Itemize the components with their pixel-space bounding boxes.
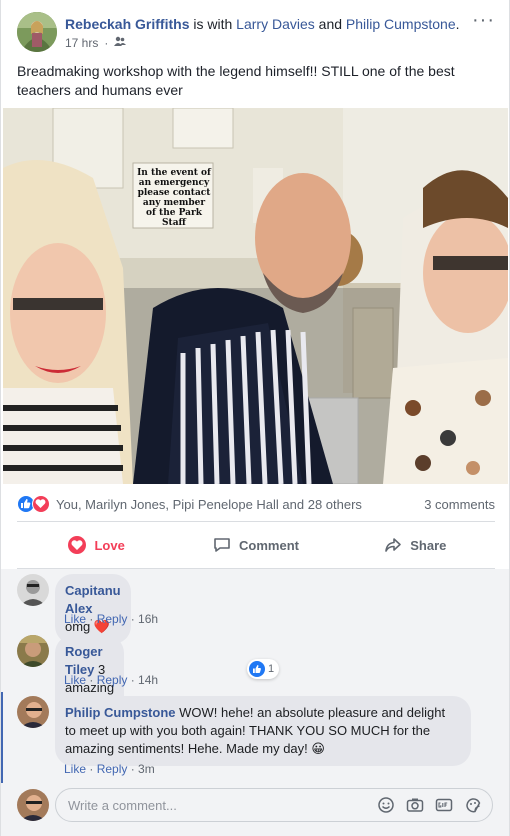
friends-icon[interactable] (114, 35, 127, 50)
more-options-icon[interactable]: ··· (472, 10, 495, 30)
post-timestamp[interactable]: 17 hrs (65, 36, 98, 50)
comment-text-line-3: amazing sentiments! Hehe. Made my day! (65, 741, 308, 756)
comment-line-1: Philip Cumpstone WOW! hehe! an absolute … (65, 704, 461, 722)
current-user-avatar[interactable] (17, 789, 49, 821)
sticker-icon[interactable] (464, 796, 482, 814)
comment-reply-link[interactable]: Reply (97, 612, 128, 626)
comment-reply-link[interactable]: Reply (97, 673, 128, 687)
gif-icon[interactable] (435, 796, 453, 814)
dot-separator: · (104, 35, 109, 50)
comment-time[interactable]: 3m (138, 762, 155, 776)
comment-input[interactable] (68, 789, 368, 821)
sign-line: any member (142, 198, 206, 208)
sign-line: Staff (162, 218, 186, 228)
comment-like-link[interactable]: Like (64, 612, 86, 626)
reaction-stats: You, Marilyn Jones, Pipi Penelope Hall a… (17, 492, 495, 516)
reaction-icons[interactable] (17, 495, 53, 513)
comment-actions: Like · Reply · 3m (64, 762, 155, 776)
comment-reaction-badge[interactable]: 1 (247, 659, 280, 679)
author-name[interactable]: Rebeckah Griffiths (65, 16, 189, 32)
with-text: is with (189, 16, 237, 32)
post-card: Rebeckah Griffiths is with Larry Davies … (0, 0, 510, 836)
comment-text-line-2: to meet up with you both again! THANK YO… (65, 723, 431, 738)
share-icon (385, 538, 402, 552)
commenter-avatar[interactable] (17, 696, 49, 728)
comment-line-3: amazing sentiments! Hehe. Made my day! 😀 (65, 740, 461, 758)
new-comment-indicator (1, 692, 3, 783)
comment-label: Comment (239, 537, 299, 553)
comment-time[interactable]: 16h (138, 612, 158, 626)
emergency-sign: In the event of an emergency please cont… (137, 168, 211, 228)
comments-count[interactable]: 3 comments (424, 497, 495, 512)
comment-like-link[interactable]: Like (64, 762, 86, 776)
post-message-line-2: teachers and humans ever (17, 82, 183, 98)
tagged-friend-philip[interactable]: Philip Cumpstone (346, 16, 456, 32)
post-meta: 17 hrs · (65, 35, 127, 50)
comment-like-link[interactable]: Like (64, 673, 86, 687)
comment-text-line-1: WOW! hehe! an absolute pleasure and deli… (179, 705, 446, 720)
post-header: Rebeckah Griffiths is with Larry Davies … (17, 10, 495, 54)
period-text: . (455, 16, 460, 32)
comment-button[interactable]: Comment (176, 522, 335, 568)
and-text: and (314, 16, 346, 32)
comment-icon (214, 538, 230, 552)
composer-tools (377, 796, 482, 814)
camera-icon[interactable] (406, 796, 424, 814)
comment-actions: Like · Reply · 16h (64, 612, 159, 626)
comment-composer (17, 788, 495, 822)
comment-input-box[interactable] (55, 788, 493, 822)
tagged-friend-larry[interactable]: Larry Davies (236, 16, 315, 32)
love-button[interactable]: Love (17, 522, 176, 568)
comment-actions: Like · Reply · 14h (64, 673, 159, 687)
love-label: Love (94, 537, 125, 553)
sign-line: please contact (137, 188, 211, 198)
like-reaction-icon (249, 661, 265, 677)
commenter-avatar[interactable] (17, 635, 49, 667)
emoji-icon[interactable] (377, 796, 395, 814)
author-avatar[interactable] (17, 12, 57, 52)
grinning-emoji-icon: 😀 (311, 741, 325, 756)
commenter-avatar[interactable] (17, 574, 49, 606)
commenter-name[interactable]: Philip Cumpstone (65, 705, 176, 720)
sign-line: of the Park (146, 208, 202, 218)
sign-line: an emergency (138, 178, 210, 188)
comments-section: Capitanu Alex omg ❤️ Like · Reply · 16h … (1, 569, 509, 836)
comment-reply-link[interactable]: Reply (97, 762, 128, 776)
sign-line: In the event of (137, 168, 211, 178)
love-icon (68, 536, 87, 554)
comment-bubble: Philip Cumpstone WOW! hehe! an absolute … (55, 696, 471, 766)
reactions-summary[interactable]: You, Marilyn Jones, Pipi Penelope Hall a… (56, 497, 362, 512)
share-label: Share (410, 537, 447, 553)
post-message-line-1: Breadmaking workshop with the legend him… (17, 63, 455, 79)
post-actions: Love Comment Share (17, 521, 495, 569)
share-button[interactable]: Share (336, 522, 495, 568)
comment-time[interactable]: 14h (138, 673, 158, 687)
love-reaction-icon (32, 495, 50, 513)
reaction-count: 1 (268, 663, 275, 675)
post-photo[interactable]: In the event of an emergency please cont… (3, 108, 508, 484)
post-message: Breadmaking workshop with the legend him… (17, 62, 495, 100)
post-header-text: Rebeckah Griffiths is with Larry Davies … (65, 15, 460, 33)
comment-bubble: Capitanu Alex omg ❤️ (55, 574, 131, 644)
